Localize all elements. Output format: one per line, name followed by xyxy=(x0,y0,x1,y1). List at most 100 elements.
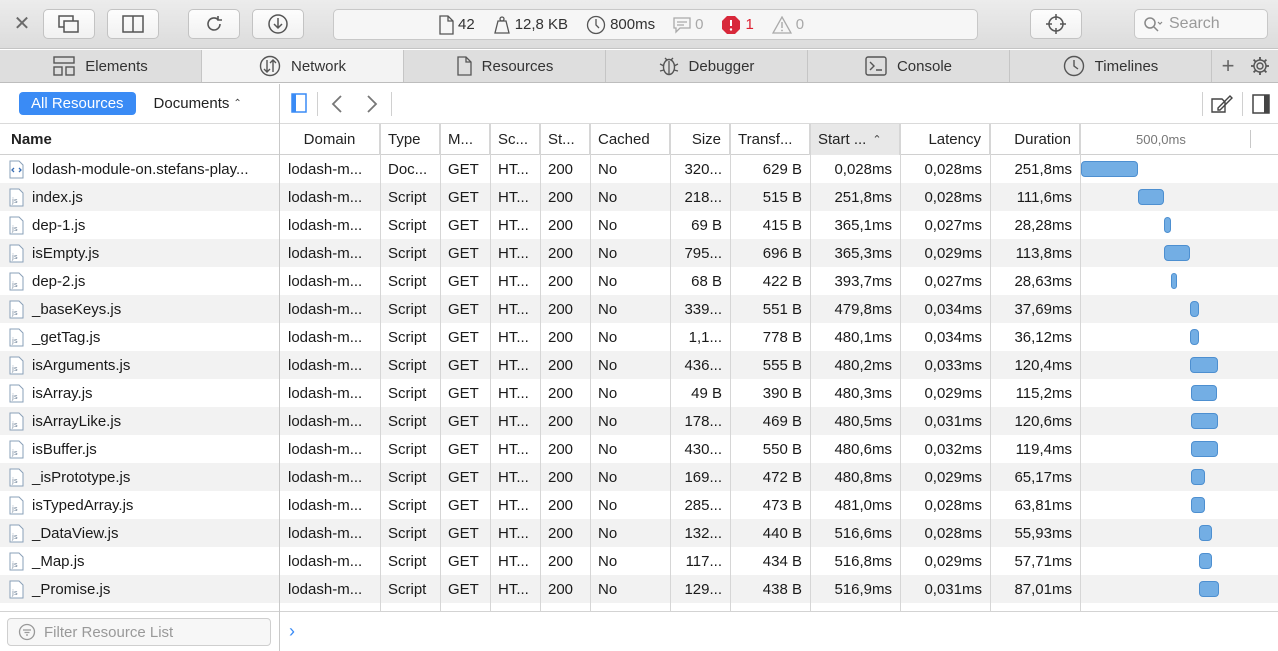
undock-button[interactable] xyxy=(43,9,95,39)
warning-count[interactable]: 0 xyxy=(771,15,804,34)
inspect-button[interactable] xyxy=(1030,9,1082,39)
add-tab-button[interactable]: + xyxy=(1212,50,1244,82)
resource-list-item[interactable]: js _Promise.js xyxy=(0,575,279,603)
table-row[interactable]: lodash-m... Doc... GET HT... 200 No 320... 629 … xyxy=(280,155,1278,183)
table-row[interactable]: lodash-m... Script GET HT... 200 No 285... 473 … xyxy=(280,491,1278,519)
column-header-size[interactable]: Size xyxy=(670,124,730,155)
column-header-start[interactable]: Start ... ⌃ xyxy=(810,124,900,155)
resource-list-item[interactable]: js _DataView.js xyxy=(0,519,279,547)
transfer-size[interactable]: 12,8 KB xyxy=(493,15,568,34)
message-count[interactable]: 0 xyxy=(673,16,703,34)
toggle-sidebar-button[interactable] xyxy=(291,93,307,117)
settings-button[interactable] xyxy=(1244,50,1276,82)
column-header-status[interactable]: St... xyxy=(540,124,590,155)
tab-resources[interactable]: Resources xyxy=(404,50,606,82)
resource-list-item[interactable]: js _baseKeys.js xyxy=(0,295,279,323)
close-icon[interactable]: ✕ xyxy=(12,14,32,34)
table-row[interactable]: lodash-m... Script GET HT... 200 No 129... 438 … xyxy=(280,575,1278,603)
table-row[interactable]: lodash-m... Script GET HT... 200 No 430... 550 … xyxy=(280,435,1278,463)
tab-debugger[interactable]: Debugger xyxy=(606,50,808,82)
scope-type-select[interactable]: Documents ⌃ xyxy=(154,95,242,112)
reload-button[interactable] xyxy=(188,9,240,39)
resource-list-item[interactable]: js isTypedArray.js xyxy=(0,491,279,519)
table-row[interactable]: lodash-m... Script GET HT... 200 No 795... 696 … xyxy=(280,239,1278,267)
waterfall-bar[interactable] xyxy=(1190,469,1206,485)
search-input[interactable]: Search xyxy=(1134,9,1268,39)
waterfall-bar[interactable] xyxy=(1164,245,1191,261)
tab-console[interactable]: Console xyxy=(808,50,1010,82)
resource-list-item[interactable]: js index.js xyxy=(0,183,279,211)
column-header-latency[interactable]: Latency xyxy=(900,124,990,155)
table-row[interactable]: lodash-m... Script GET HT... 200 No 169... 472 … xyxy=(280,463,1278,491)
dock-side-button[interactable] xyxy=(107,9,159,39)
resource-list-item[interactable]: js dep-2.js xyxy=(0,267,279,295)
table-row[interactable]: lodash-m... Script GET HT... 200 No 68 B 422 B 3… xyxy=(280,267,1278,295)
table-row[interactable]: lodash-m... Script GET HT... 200 No 49 B 390 B 4… xyxy=(280,379,1278,407)
waterfall-bar[interactable] xyxy=(1170,273,1178,289)
resource-list-item[interactable]: js _isPrototype.js xyxy=(0,463,279,491)
column-header-duration[interactable]: Duration xyxy=(990,124,1080,155)
waterfall-bar[interactable] xyxy=(1198,525,1212,541)
table-row[interactable]: lodash-m... Script GET HT... 200 No 117... 434 … xyxy=(280,547,1278,575)
waterfall-tick xyxy=(1250,130,1251,148)
waterfall-bar[interactable] xyxy=(1138,189,1164,205)
resource-list-item[interactable]: js _Map.js xyxy=(0,547,279,575)
waterfall-bar[interactable] xyxy=(1190,441,1218,457)
table-row[interactable]: lodash-m... Script GET HT... 200 No 178... 469 … xyxy=(280,407,1278,435)
name-column-header[interactable]: Name xyxy=(0,124,279,155)
waterfall-bar[interactable] xyxy=(1190,357,1218,373)
filter-input[interactable]: Filter Resource List xyxy=(7,618,271,646)
table-row[interactable]: lodash-m... Script GET HT... 200 No 339... 551 … xyxy=(280,295,1278,323)
waterfall-bar[interactable] xyxy=(1190,301,1199,317)
cell-scheme: HT... xyxy=(498,524,529,542)
waterfall-bar[interactable] xyxy=(1190,385,1217,401)
column-header-cached[interactable]: Cached xyxy=(590,124,670,155)
resource-list-item[interactable]: js isEmpty.js xyxy=(0,239,279,267)
waterfall-bar[interactable] xyxy=(1198,553,1212,569)
waterfall-bar[interactable] xyxy=(1198,581,1219,597)
resource-list-item[interactable]: js isArguments.js xyxy=(0,351,279,379)
column-header-scheme[interactable]: Sc... xyxy=(490,124,540,155)
forward-button[interactable] xyxy=(366,94,378,118)
svg-text:js: js xyxy=(11,533,18,541)
quick-console[interactable]: › xyxy=(280,611,1278,651)
filter-bar: Filter Resource List xyxy=(0,611,279,651)
error-count[interactable]: 1 xyxy=(721,15,754,35)
resource-list-item[interactable]: js _getTag.js xyxy=(0,323,279,351)
column-header-method[interactable]: M... xyxy=(440,124,490,155)
cell-domain: lodash-m... xyxy=(288,272,363,290)
resource-list-item[interactable]: lodash-module-on.stefans-play... xyxy=(0,155,279,183)
split-view-icon xyxy=(122,15,144,33)
column-header-domain[interactable]: Domain xyxy=(280,124,380,155)
resource-list-item[interactable]: js isBuffer.js xyxy=(0,435,279,463)
resource-list-item[interactable]: js isArray.js xyxy=(0,379,279,407)
resource-list-item[interactable]: js isArrayLike.js xyxy=(0,407,279,435)
resource-count[interactable]: 42 xyxy=(438,14,475,35)
waterfall-bar[interactable] xyxy=(1081,161,1139,177)
table-row[interactable]: lodash-m... Script GET HT... 200 No 436... 555 … xyxy=(280,351,1278,379)
resource-list-item[interactable]: js dep-1.js xyxy=(0,211,279,239)
waterfall-bar[interactable] xyxy=(1164,217,1171,233)
cell-size: 49 B xyxy=(691,384,722,402)
waterfall-bar[interactable] xyxy=(1190,329,1199,345)
cell-transferred: 778 B xyxy=(762,328,802,346)
load-time[interactable]: 800ms xyxy=(586,15,655,35)
tab-timelines[interactable]: Timelines xyxy=(1010,50,1212,82)
column-header-transferred[interactable]: Transf... xyxy=(730,124,810,155)
debugger-icon xyxy=(659,57,678,76)
table-row[interactable]: lodash-m... Script GET HT... 200 No 69 B 415 B 3… xyxy=(280,211,1278,239)
column-header-type[interactable]: Type xyxy=(380,124,440,155)
scope-all-resources-button[interactable]: All Resources xyxy=(19,92,136,115)
tab-network[interactable]: Network xyxy=(202,50,404,82)
back-button[interactable] xyxy=(331,94,343,118)
tab-elements[interactable]: Elements xyxy=(0,50,202,82)
download-button[interactable] xyxy=(252,9,304,39)
clear-network-button[interactable] xyxy=(1210,94,1234,118)
table-row[interactable]: lodash-m... Script GET HT... 200 No 218... 515 … xyxy=(280,183,1278,211)
toggle-details-button[interactable] xyxy=(1252,94,1270,118)
waterfall-bar[interactable] xyxy=(1190,413,1219,429)
table-row[interactable]: lodash-m... Script GET HT... 200 No 132... 440 … xyxy=(280,519,1278,547)
table-row[interactable]: lodash-m... Script GET HT... 200 No 1,1... 778 … xyxy=(280,323,1278,351)
column-divider xyxy=(590,124,591,611)
waterfall-bar[interactable] xyxy=(1190,497,1206,513)
